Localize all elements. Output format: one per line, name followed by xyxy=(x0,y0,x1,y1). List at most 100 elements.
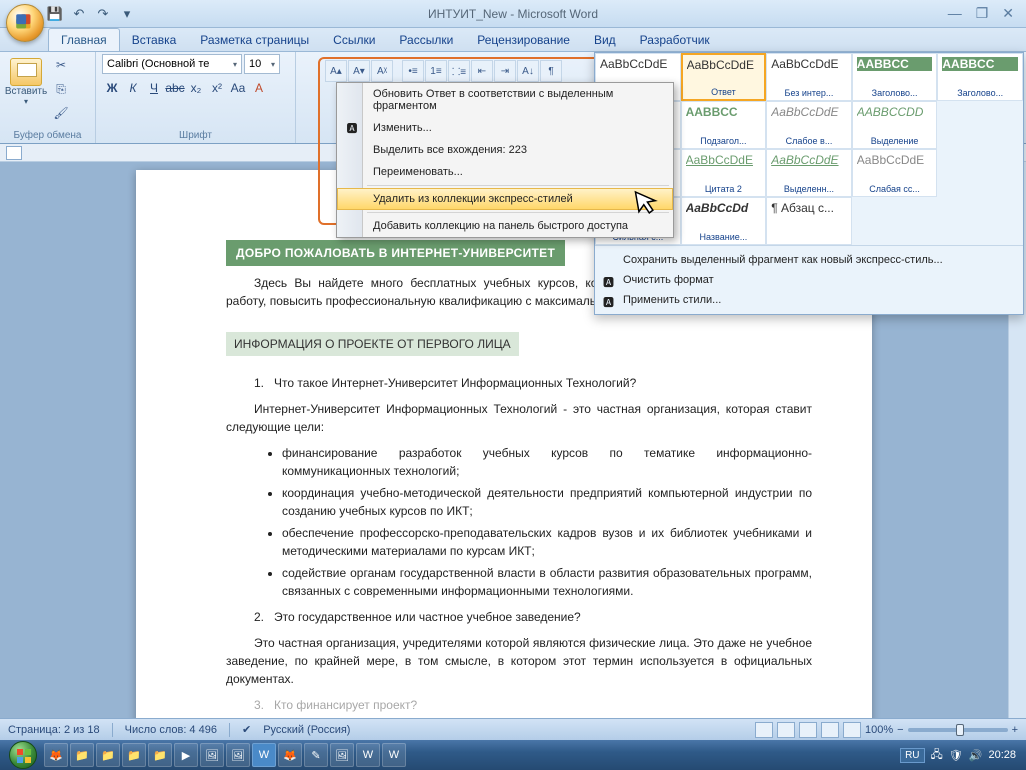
zoom-level[interactable]: 100% xyxy=(865,724,893,736)
indent-icon[interactable]: ⇥ xyxy=(494,60,516,82)
font-color-button[interactable]: A xyxy=(249,78,269,98)
view-draft[interactable] xyxy=(843,722,861,738)
style-context-menu: Обновить Ответ в соответствии с выделенн… xyxy=(336,82,674,238)
view-full-screen[interactable] xyxy=(777,722,795,738)
status-page[interactable]: Страница: 2 из 18 xyxy=(8,724,100,736)
tab-home[interactable]: Главная xyxy=(48,28,120,51)
tray-network-icon[interactable]: 🖧 xyxy=(931,746,943,765)
close-button[interactable]: ✕ xyxy=(1002,5,1014,22)
tab-developer[interactable]: Разработчик xyxy=(628,29,722,51)
numbering-icon[interactable]: 1≡ xyxy=(425,60,447,82)
ctx-modify-style[interactable]: 🅰Изменить... xyxy=(337,117,673,139)
save-icon[interactable]: 💾 xyxy=(44,3,66,25)
ctx-add-to-qat[interactable]: Добавить коллекцию на панель быстрого до… xyxy=(337,215,673,237)
tab-insert[interactable]: Вставка xyxy=(120,29,189,51)
taskbar-item[interactable]: ✎ xyxy=(304,743,328,767)
italic-button[interactable]: К xyxy=(123,78,143,98)
doc-bullet: координация учебно-методической деятельн… xyxy=(282,484,812,520)
view-outline[interactable] xyxy=(821,722,839,738)
font-size-combo[interactable]: 10▾ xyxy=(244,54,280,74)
zoom-out-icon[interactable]: − xyxy=(897,724,903,736)
style-cell[interactable]: AaBbCcDdEСлабая сс... xyxy=(852,149,938,197)
tab-layout[interactable]: Разметка страницы xyxy=(188,29,321,51)
style-cell[interactable]: AABBCCЗаголово... xyxy=(937,53,1023,101)
doc-paragraph: Это частная организация, учредителями ко… xyxy=(226,634,812,688)
minimize-button[interactable]: — xyxy=(948,5,962,22)
ctx-select-all[interactable]: Выделить все вхождения: 223 xyxy=(337,139,673,161)
status-language[interactable]: Русский (Россия) xyxy=(263,724,350,736)
cut-icon[interactable]: ✂ xyxy=(50,54,72,76)
tray-language[interactable]: RU xyxy=(900,748,924,763)
gallery-clear-format[interactable]: 🅰Очистить формат xyxy=(595,270,1023,290)
ctx-remove-from-gallery[interactable]: Удалить из коллекции экспресс-стилей xyxy=(337,188,673,210)
taskbar-item[interactable]: 🖼 xyxy=(330,743,354,767)
qat-more-icon[interactable]: ▾ xyxy=(116,3,138,25)
tray-shield-icon[interactable]: 🛡 xyxy=(949,749,963,762)
tab-references[interactable]: Ссылки xyxy=(321,29,387,51)
taskbar-item[interactable]: 🖼 xyxy=(200,743,224,767)
style-cell[interactable]: AaBbCcDdEСлабое в... xyxy=(766,101,852,149)
style-cell[interactable]: AaBbCcDdEОтвет xyxy=(681,53,767,101)
change-case-button[interactable]: Aa xyxy=(228,78,248,98)
undo-icon[interactable]: ↶ xyxy=(68,3,90,25)
view-web[interactable] xyxy=(799,722,817,738)
tab-selector[interactable] xyxy=(6,146,22,160)
style-cell[interactable]: AaBbCcDdEЦитата 2 xyxy=(681,149,767,197)
taskbar-item[interactable]: ▶ xyxy=(174,743,198,767)
doc-banner: ДОБРО ПОЖАЛОВАТЬ В ИНТЕРНЕТ-УНИВЕРСИТЕТ xyxy=(226,240,565,266)
style-cell[interactable]: AaBbCcDdНазвание... xyxy=(681,197,767,245)
maximize-button[interactable]: ❐ xyxy=(976,5,989,22)
font-family-combo[interactable]: Calibri (Основной те▾ xyxy=(102,54,242,74)
view-print-layout[interactable] xyxy=(755,722,773,738)
paste-button[interactable]: Вставить ▾ xyxy=(6,54,46,106)
style-cell[interactable]: AaBbCcDdEБез интер... xyxy=(766,53,852,101)
multilevel-icon[interactable]: ⸬≡ xyxy=(448,60,470,82)
style-cell[interactable]: AABBCCПодзагол... xyxy=(681,101,767,149)
redo-icon[interactable]: ↷ xyxy=(92,3,114,25)
clear-format-icon[interactable]: Aᵡ xyxy=(371,60,393,82)
taskbar-item[interactable]: 📁 xyxy=(96,743,120,767)
tab-mailings[interactable]: Рассылки xyxy=(387,29,465,51)
taskbar-item[interactable]: W xyxy=(382,743,406,767)
sort-icon[interactable]: A↓ xyxy=(517,60,539,82)
bold-button[interactable]: Ж xyxy=(102,78,122,98)
ctx-rename[interactable]: Переименовать... xyxy=(337,161,673,183)
ctx-update-style[interactable]: Обновить Ответ в соответствии с выделенн… xyxy=(337,83,673,117)
strike-button[interactable]: abc xyxy=(165,78,185,98)
outdent-icon[interactable]: ⇤ xyxy=(471,60,493,82)
style-cell[interactable]: ¶ Абзац с... xyxy=(766,197,852,245)
gallery-apply-styles[interactable]: 🅰Применить стили... xyxy=(595,290,1023,310)
doc-list-item: 2. Это государственное или частное учебн… xyxy=(254,608,812,626)
superscript-button[interactable]: x² xyxy=(207,78,227,98)
tab-view[interactable]: Вид xyxy=(582,29,628,51)
subscript-button[interactable]: x₂ xyxy=(186,78,206,98)
tray-volume-icon[interactable]: 🔊 xyxy=(969,749,983,762)
format-painter-icon[interactable]: 🖌 xyxy=(50,102,72,124)
copy-icon[interactable]: ⎘ xyxy=(50,78,72,100)
taskbar-item[interactable]: 📁 xyxy=(70,743,94,767)
grow-font-icon[interactable]: A▴ xyxy=(325,60,347,82)
taskbar-item[interactable]: 🦊 xyxy=(278,743,302,767)
style-cell[interactable]: AABBCCDDВыделение xyxy=(852,101,938,149)
taskbar-item[interactable]: 📁 xyxy=(148,743,172,767)
status-word-count[interactable]: Число слов: 4 496 xyxy=(125,724,217,736)
taskbar-item[interactable]: 🦊 xyxy=(44,743,68,767)
taskbar-item[interactable]: 🖼 xyxy=(226,743,250,767)
zoom-slider[interactable] xyxy=(908,728,1008,732)
tab-review[interactable]: Рецензирование xyxy=(465,29,582,51)
show-marks-icon[interactable]: ¶ xyxy=(540,60,562,82)
style-cell[interactable]: AABBCCЗаголово... xyxy=(852,53,938,101)
office-button[interactable] xyxy=(6,4,44,42)
start-button[interactable] xyxy=(4,740,42,770)
taskbar-item[interactable]: W xyxy=(252,743,276,767)
shrink-font-icon[interactable]: A▾ xyxy=(348,60,370,82)
underline-button[interactable]: Ч xyxy=(144,78,164,98)
status-spellcheck-icon[interactable]: ✔ xyxy=(242,723,251,736)
bullets-icon[interactable]: •≡ xyxy=(402,60,424,82)
zoom-in-icon[interactable]: + xyxy=(1012,724,1018,736)
taskbar-item[interactable]: W xyxy=(356,743,380,767)
taskbar-item[interactable]: 📁 xyxy=(122,743,146,767)
tray-clock[interactable]: 20:28 xyxy=(988,749,1016,761)
gallery-save-style[interactable]: Сохранить выделенный фрагмент как новый … xyxy=(595,250,1023,270)
style-cell[interactable]: AaBbCcDdEВыделенн... xyxy=(766,149,852,197)
